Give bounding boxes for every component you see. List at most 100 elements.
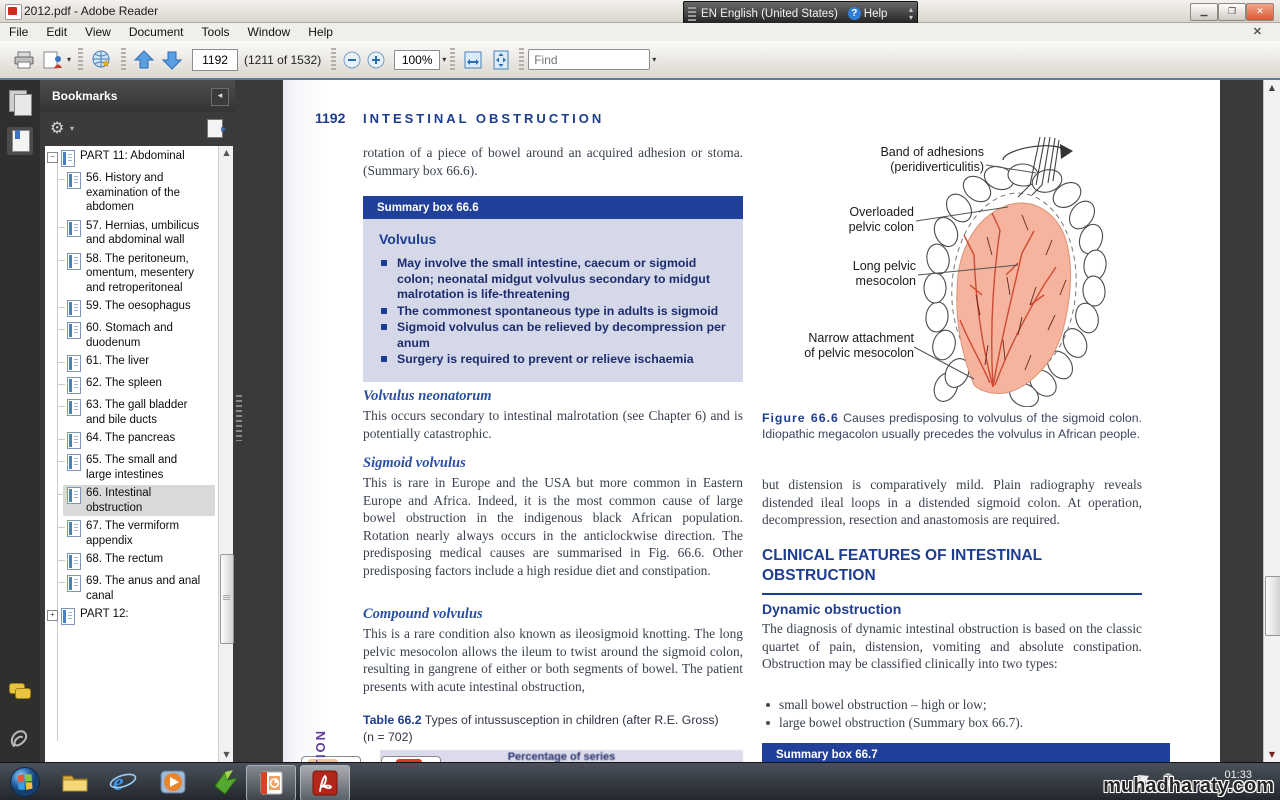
bookmark-ch57[interactable]: 57. Hernias, umbilicus and abdominal wal… <box>45 217 217 250</box>
minimize-button[interactable]: ▁ <box>1190 3 1218 21</box>
taskbar-adobe-reader-button[interactable] <box>300 765 350 800</box>
start-orb-icon <box>9 766 41 798</box>
close-button[interactable]: ✕ <box>1246 3 1274 21</box>
options-caret-icon[interactable]: ▾ <box>70 124 74 133</box>
bookmark-label[interactable]: 68. The rectum <box>86 552 163 567</box>
start-button[interactable] <box>8 766 42 798</box>
scroll-down-icon[interactable]: ▼ <box>219 748 234 762</box>
menubar-close-icon[interactable]: ✕ <box>1253 25 1262 38</box>
bookmark-label[interactable]: 58. The peritoneum, omentum, mesentery a… <box>86 252 204 296</box>
bookmarks-scrollbar-thumb[interactable] <box>220 554 234 644</box>
menu-edit[interactable]: Edit <box>37 25 76 39</box>
collaborate-button[interactable] <box>90 49 114 71</box>
previous-page-button[interactable] <box>133 49 155 71</box>
bookmarks-panel-button[interactable] <box>7 127 33 155</box>
scroll-down-icon[interactable]: ▼ <box>1264 747 1280 762</box>
menu-window[interactable]: Window <box>239 25 300 39</box>
document-scrollbar[interactable]: ▲ ▼ <box>1263 80 1280 762</box>
go-to-bookmark-icon[interactable]: ▸ <box>207 119 223 138</box>
bookmark-part-12[interactable]: + PART 12: <box>45 605 217 627</box>
next-page-button[interactable] <box>161 49 183 71</box>
bookmark-label[interactable]: 65. The small and large intestines <box>86 453 204 482</box>
bookmark-label[interactable]: 66. Intestinal obstruction <box>86 486 204 515</box>
menu-document[interactable]: Document <box>120 25 193 39</box>
page-thumbnails-panel-button[interactable] <box>7 88 33 116</box>
bookmark-label[interactable]: 63. The gall bladder and bile ducts <box>86 398 204 427</box>
figure-label: Narrow attachment of pelvic mesocolon <box>788 331 914 361</box>
menu-file[interactable]: File <box>0 25 37 39</box>
menu-tools[interactable]: Tools <box>193 25 239 39</box>
find-dropdown-caret-icon[interactable]: ▾ <box>652 55 656 64</box>
title-bar[interactable]: 2012.pdf - Adobe Reader ▁ ❐ ✕ EN English… <box>0 0 1280 23</box>
panel-splitter-grip[interactable] <box>236 395 242 441</box>
bookmark-label[interactable]: 61. The liver <box>86 354 149 369</box>
bookmark-label[interactable]: PART 12: <box>80 607 129 622</box>
comments-panel-button[interactable] <box>7 678 33 706</box>
taskbar-idm-button[interactable] <box>208 766 242 798</box>
bookmark-ch63[interactable]: 63. The gall bladder and bile ducts <box>45 396 217 429</box>
bookmarks-list: − PART 11: Abdominal 56. History and exa… <box>45 146 217 763</box>
language-label[interactable]: EN English (United States) <box>701 8 838 20</box>
zoom-out-button[interactable] <box>343 51 361 69</box>
arrow-up-icon <box>133 49 155 71</box>
bookmark-label[interactable]: 69. The anus and anal canal <box>86 574 204 603</box>
share-dropdown-caret-icon[interactable]: ▾ <box>67 55 71 64</box>
zoom-in-button[interactable] <box>367 51 385 69</box>
bookmark-part-11[interactable]: − PART 11: Abdominal <box>45 147 217 169</box>
taskbar-explorer-button[interactable] <box>58 766 92 798</box>
bookmark-label[interactable]: 64. The pancreas <box>86 431 175 446</box>
bookmark-ch58[interactable]: 58. The peritoneum, omentum, mesentery a… <box>45 250 217 298</box>
bookmark-label[interactable]: 57. Hernias, umbilicus and abdominal wal… <box>86 219 204 248</box>
bookmark-ch61[interactable]: 61. The liver <box>45 352 217 374</box>
bookmark-ch65[interactable]: 65. The small and large intestines <box>45 451 217 484</box>
language-help-label[interactable]: Help <box>864 8 888 20</box>
bookmark-label[interactable]: 67. The vermiform appendix <box>86 519 204 548</box>
bookmark-label[interactable]: 59. The oesophagus <box>86 299 191 314</box>
document-scrollbar-thumb[interactable] <box>1265 576 1280 636</box>
bookmark-ch66-selected[interactable]: 66. Intestinal obstruction <box>45 484 217 517</box>
bookmark-label[interactable]: 62. The spleen <box>86 376 162 391</box>
bookmark-label[interactable]: 56. History and examination of the abdom… <box>86 171 204 215</box>
attachments-panel-button[interactable] <box>7 726 33 754</box>
fit-page-button[interactable] <box>490 49 512 71</box>
menu-view[interactable]: View <box>76 25 120 39</box>
page-number-input[interactable] <box>192 49 238 71</box>
adobe-reader-window: 2012.pdf - Adobe Reader ▁ ❐ ✕ EN English… <box>0 0 1280 800</box>
bookmark-ch60[interactable]: 60. Stomach and duodenum <box>45 319 217 352</box>
bookmark-ch59[interactable]: 59. The oesophagus <box>45 297 217 319</box>
fit-width-button[interactable] <box>462 49 484 71</box>
help-icon[interactable]: ? <box>848 7 861 20</box>
bookmark-ch69[interactable]: 69. The anus and anal canal <box>45 572 217 605</box>
page-count-label: (1211 of 1532) <box>244 53 321 67</box>
find-input[interactable] <box>528 49 650 70</box>
bookmark-label[interactable]: 60. Stomach and duodenum <box>86 321 204 350</box>
scroll-up-icon[interactable]: ▲ <box>219 146 234 160</box>
language-bar-options-icon[interactable]: ▴▾ <box>909 6 913 22</box>
share-document-button[interactable]: ▾ <box>41 50 71 70</box>
print-button[interactable] <box>13 50 35 70</box>
bookmark-ch62[interactable]: 62. The spleen <box>45 374 217 396</box>
zoom-dropdown-caret-icon[interactable]: ▾ <box>442 55 446 64</box>
bookmark-label[interactable]: PART 11: Abdominal <box>80 149 185 164</box>
scroll-up-icon[interactable]: ▲ <box>1264 80 1280 95</box>
bookmark-ch68[interactable]: 68. The rectum <box>45 550 217 572</box>
zoom-level-box[interactable]: 100% <box>394 50 440 70</box>
options-gear-icon[interactable]: ⚙ <box>50 118 64 137</box>
drag-grip-icon[interactable] <box>688 7 696 21</box>
collapse-expander-icon[interactable]: − <box>47 152 58 163</box>
taskbar: e <box>0 762 1280 800</box>
bookmark-ch64[interactable]: 64. The pancreas <box>45 429 217 451</box>
summary-box-title: Volvulus <box>379 231 727 247</box>
bookmark-ch67[interactable]: 67. The vermiform appendix <box>45 517 217 550</box>
taskbar-powerpoint-button[interactable] <box>246 765 296 800</box>
expand-expander-icon[interactable]: + <box>47 610 58 621</box>
taskbar-wmp-button[interactable] <box>156 766 190 798</box>
bookmarks-scrollbar[interactable]: ▲ ▼ <box>218 146 233 762</box>
collapse-panel-button[interactable]: ◂ <box>211 88 229 106</box>
bookmark-icon <box>67 377 81 394</box>
menu-help[interactable]: Help <box>299 25 342 39</box>
maximize-button[interactable]: ❐ <box>1218 3 1246 21</box>
section-body: This occurs secondary to intestinal malr… <box>363 407 743 442</box>
taskbar-ie-button[interactable]: e <box>106 766 140 798</box>
bookmark-ch56[interactable]: 56. History and examination of the abdom… <box>45 169 217 217</box>
